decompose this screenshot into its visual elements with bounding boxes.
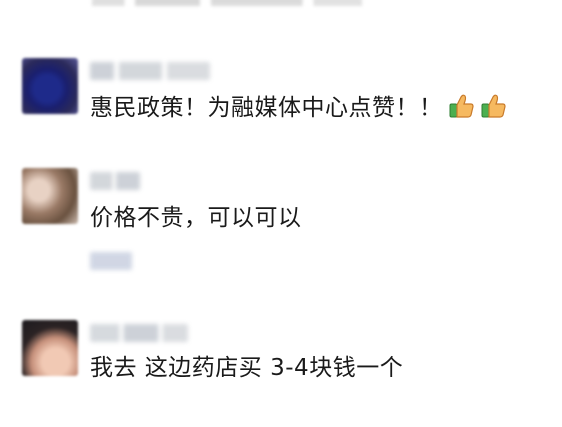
reply-link-blurred[interactable]: [90, 252, 132, 270]
avatar[interactable]: [22, 58, 78, 114]
comment-body: 我去 这边药店买 3-4块钱一个: [90, 355, 404, 381]
comment-text: 惠民政策！为融媒体中心点赞！！: [90, 92, 507, 122]
avatar[interactable]: [22, 168, 78, 224]
username-blurred[interactable]: [90, 172, 140, 190]
thumbs-up-icon: [449, 94, 474, 118]
comment-text: 价格不贵，可以可以: [90, 204, 302, 232]
username-blurred[interactable]: [90, 324, 188, 342]
username-blurred[interactable]: [90, 62, 210, 80]
comment-body: 价格不贵，可以可以: [90, 205, 302, 231]
comment-body: 惠民政策！为融媒体中心点赞！！: [90, 95, 443, 121]
thumbs-up-icon: [481, 94, 506, 118]
previous-comment-remnant: [92, 0, 362, 6]
comment-text: 我去 这边药店买 3-4块钱一个: [90, 354, 403, 382]
avatar[interactable]: [22, 320, 78, 376]
